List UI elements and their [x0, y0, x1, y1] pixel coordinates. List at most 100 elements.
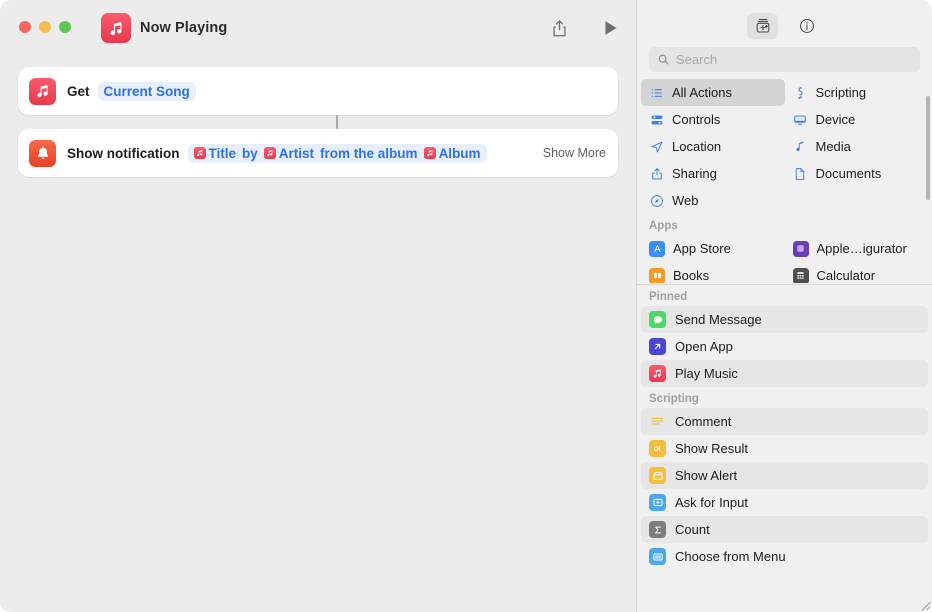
- variable-token-label: Title: [208, 145, 237, 161]
- show-more-button[interactable]: Show More: [529, 146, 606, 160]
- app-label: App Store: [673, 241, 731, 256]
- category-device[interactable]: Device: [785, 106, 929, 133]
- music-note-icon: [423, 147, 436, 159]
- category-documents[interactable]: Documents: [785, 160, 929, 187]
- category-label: Scripting: [815, 85, 867, 100]
- messages-icon: [649, 311, 666, 328]
- app-item-app-store[interactable]: App Store: [641, 235, 785, 262]
- scripting-section-header: Scripting: [649, 393, 699, 405]
- traffic-lights: [19, 21, 71, 33]
- minimize-button[interactable]: [39, 21, 51, 33]
- category-scripting[interactable]: Scripting: [785, 79, 929, 106]
- scripting-icon: [793, 85, 808, 100]
- list-bullet-icon: [649, 85, 664, 100]
- titlebar: Now Playing: [0, 0, 636, 57]
- category-sharing[interactable]: Sharing: [641, 160, 785, 187]
- share-icon[interactable]: [546, 15, 572, 41]
- close-button[interactable]: [19, 21, 31, 33]
- category-controls[interactable]: Controls: [641, 106, 785, 133]
- list-item-label: Open App: [675, 339, 733, 354]
- variable-token-label: Artist: [278, 145, 315, 161]
- list-item-label: Ask for Input: [675, 495, 748, 510]
- controls-icon: [649, 112, 664, 127]
- category-label: Sharing: [672, 166, 717, 181]
- action-parameter-field[interactable]: Current Song: [97, 81, 196, 101]
- action-card-show-notification[interactable]: Show notification Title by Artist from t…: [18, 129, 618, 177]
- category-label: Location: [672, 139, 722, 154]
- app-item-books[interactable]: Books: [641, 262, 785, 283]
- variable-token-label: Album: [438, 145, 481, 161]
- list-item-choose-from-menu[interactable]: Choose from Menu: [641, 543, 928, 570]
- action-library-icon[interactable]: [747, 12, 778, 39]
- sidebar-toolbar: [637, 0, 932, 45]
- list-item-label: Show Result: [675, 441, 748, 456]
- maximize-button[interactable]: [59, 21, 71, 33]
- variable-token-title[interactable]: Title: [193, 145, 237, 161]
- category-label: Controls: [672, 112, 721, 127]
- resize-grip[interactable]: [917, 597, 931, 611]
- list-item-label: Choose from Menu: [675, 549, 786, 564]
- app-item-calculator[interactable]: Calculator: [785, 262, 929, 283]
- title-group: Now Playing: [101, 13, 227, 43]
- list-item-label: Show Alert: [675, 468, 738, 483]
- action-connector-line: [336, 115, 338, 129]
- action-card-get-current-song[interactable]: Get Current Song: [18, 67, 618, 115]
- category-label: Documents: [815, 166, 882, 181]
- category-label: All Actions: [672, 85, 732, 100]
- document-icon: [793, 166, 808, 181]
- books-icon: [649, 267, 665, 283]
- music-note-icon: [649, 365, 666, 382]
- app-item-apple-configurator[interactable]: Apple…igurator: [785, 235, 929, 262]
- category-web[interactable]: Web: [641, 187, 785, 214]
- search-icon: [657, 53, 670, 66]
- category-location[interactable]: Location: [641, 133, 785, 160]
- music-note-icon: [793, 139, 808, 154]
- info-icon[interactable]: [791, 13, 822, 39]
- list-item-label: Comment: [675, 414, 732, 429]
- category-grid: All Actions Scripting Controls Device Lo…: [637, 79, 932, 214]
- category-label: Device: [815, 112, 856, 127]
- calculator-icon: [792, 267, 809, 283]
- variable-token-album[interactable]: Album: [423, 145, 481, 161]
- list-item-label: Count: [675, 522, 710, 537]
- play-icon[interactable]: [598, 15, 624, 41]
- list-item-play-music[interactable]: Play Music: [641, 360, 928, 387]
- list-item-show-result[interactable]: Show Result: [641, 435, 928, 462]
- open-app-icon: [649, 338, 666, 355]
- apps-grid: App Store Apple…igurator Books Calculato…: [637, 235, 932, 283]
- apps-section-header: Apps: [649, 220, 678, 232]
- search-field[interactable]: [649, 47, 920, 72]
- list-item-show-alert[interactable]: Show Alert: [641, 462, 928, 489]
- action-verb-label: Show notification: [67, 145, 180, 161]
- bell-icon: [29, 139, 56, 167]
- apple-configurator-icon: [792, 240, 809, 257]
- literal-text-by: by: [242, 145, 258, 161]
- choose-menu-icon: [649, 548, 666, 565]
- category-scrollbar[interactable]: [926, 96, 930, 200]
- category-media[interactable]: Media: [785, 133, 929, 160]
- list-item-open-app[interactable]: Open App: [641, 333, 928, 360]
- app-label: Calculator: [816, 268, 876, 283]
- literal-text-from-album: from the album: [320, 145, 418, 161]
- pinned-list: Send Message Open App Play Music: [637, 306, 932, 387]
- show-result-icon: [649, 440, 666, 457]
- app-label: Books: [673, 268, 710, 283]
- list-item-ask-for-input[interactable]: Ask for Input: [641, 489, 928, 516]
- ask-input-icon: [649, 494, 666, 511]
- search-input[interactable]: [676, 52, 912, 67]
- list-item-comment[interactable]: Comment: [641, 408, 928, 435]
- category-label: Web: [672, 193, 699, 208]
- notification-text-field[interactable]: Title by Artist from the album Album: [187, 143, 487, 163]
- list-item-send-message[interactable]: Send Message: [641, 306, 928, 333]
- variable-token-artist[interactable]: Artist: [263, 145, 315, 161]
- list-item-label: Send Message: [675, 312, 762, 327]
- list-item-count[interactable]: Count: [641, 516, 928, 543]
- app-label: Apple…igurator: [816, 241, 907, 256]
- music-note-icon: [101, 13, 131, 43]
- parameter-value: Current Song: [103, 83, 190, 99]
- action-verb-label: Get: [67, 83, 90, 99]
- display-icon: [793, 112, 808, 127]
- pinned-section-header: Pinned: [649, 291, 688, 303]
- safari-compass-icon: [649, 193, 664, 208]
- category-all-actions[interactable]: All Actions: [641, 79, 785, 106]
